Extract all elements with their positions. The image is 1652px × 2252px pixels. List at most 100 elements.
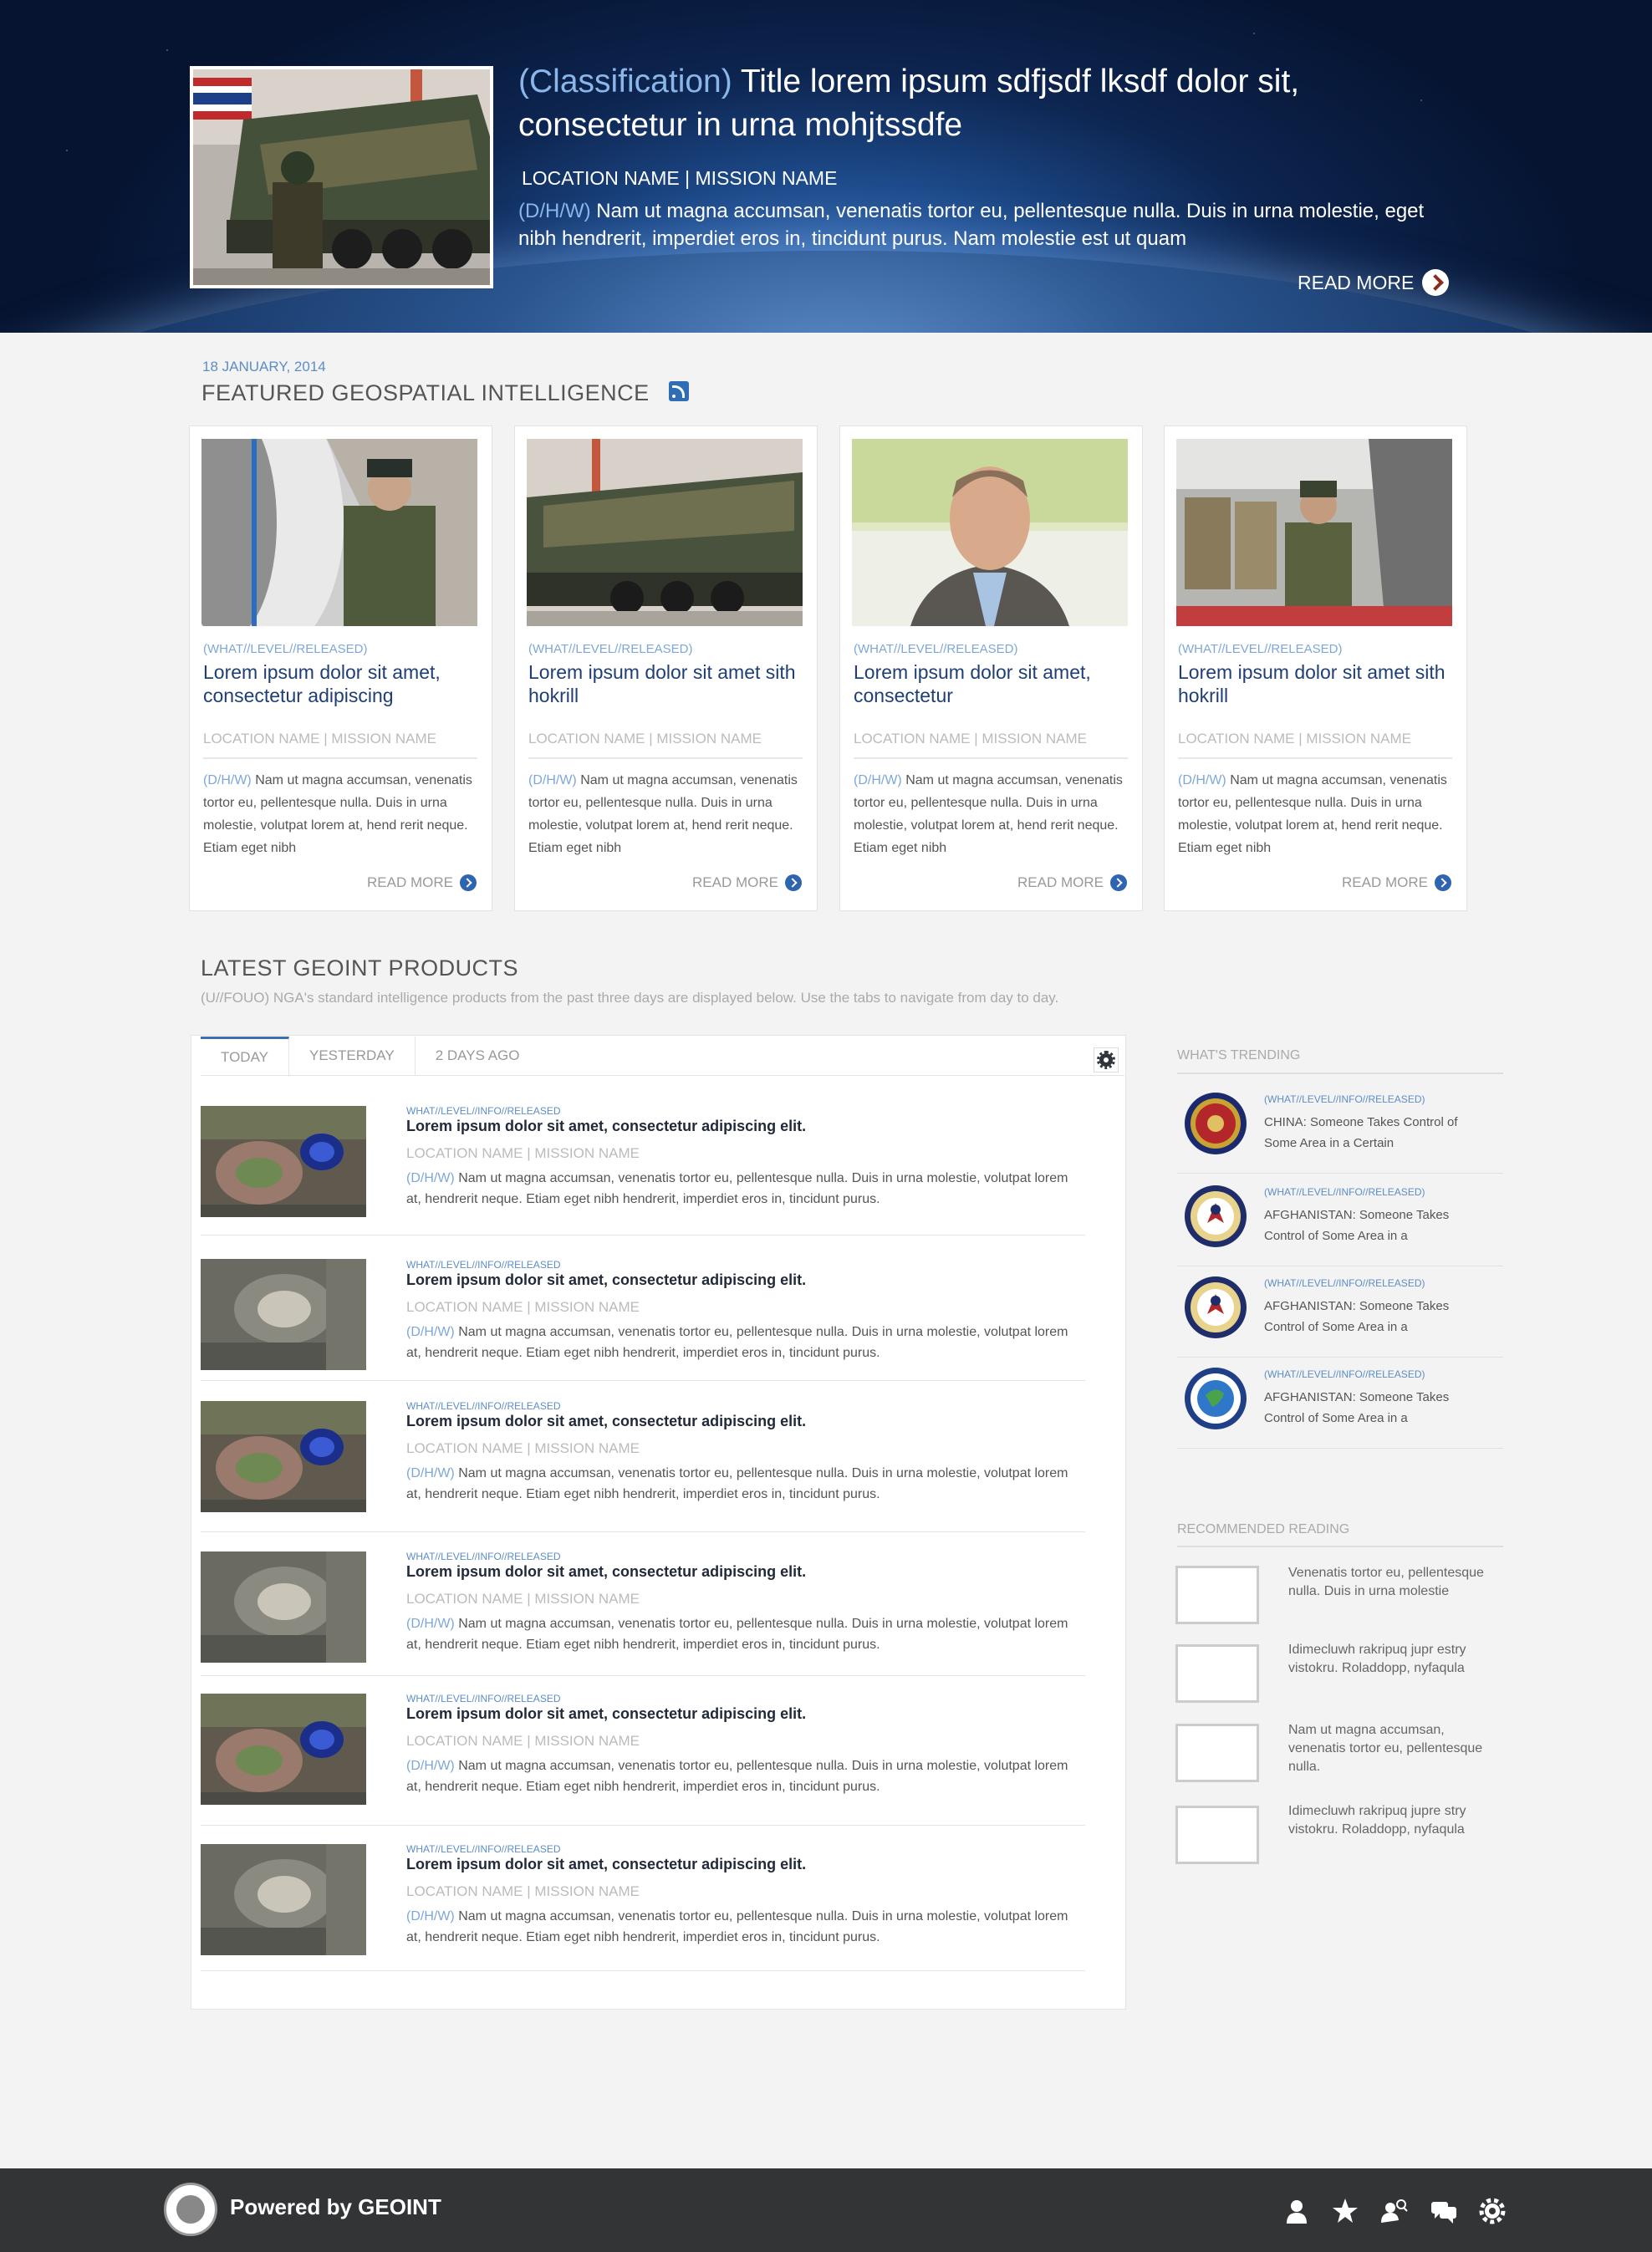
cia-seal-icon [1185,1185,1247,1247]
reading-item[interactable]: Idimecluwh rakripuq jupr estry vistokru.… [1288,1641,1489,1678]
globe-seal-icon [1185,1368,1247,1429]
settings-button[interactable] [1094,1047,1119,1073]
product-thumbnail[interactable] [201,1844,366,1955]
product-dhw: (D/H/W) [406,1909,455,1923]
user-search-icon[interactable] [1379,2197,1408,2225]
star-icon[interactable] [1331,2197,1359,2225]
product-thumbnail[interactable] [201,1551,366,1663]
featured-card[interactable]: (WHAT//LEVEL//RELEASED) Lorem ipsum dolo… [1164,425,1467,911]
product-row[interactable]: WHAT//LEVEL//INFO//RELEASED Lorem ipsum … [201,1105,1085,1239]
featured-card-read-more[interactable]: READ MORE [1342,874,1451,891]
featured-card[interactable]: (WHAT//LEVEL//RELEASED) Lorem ipsum dolo… [189,425,492,911]
rss-icon[interactable] [669,381,689,401]
arrow-right-icon [1422,269,1450,296]
trending-text[interactable]: CHINA: Someone Takes Control of Some Are… [1264,1112,1490,1154]
product-thumbnail[interactable] [201,1106,366,1217]
trending-text[interactable]: AFGHANISTAN: Someone Takes Control of So… [1264,1387,1490,1429]
read-more-label: READ MORE [1017,874,1104,890]
divider [854,757,1128,759]
tab-yesterday[interactable]: YESTERDAY [289,1037,416,1075]
product-row[interactable]: WHAT//LEVEL//INFO//RELEASED Lorem ipsum … [201,1551,1085,1684]
product-thumbnail[interactable] [201,1694,366,1805]
trending-text[interactable]: AFGHANISTAN: Someone Takes Control of So… [1264,1205,1490,1246]
product-row[interactable]: WHAT//LEVEL//INFO//RELEASED Lorem ipsum … [201,1843,1085,1977]
reading-item[interactable]: Nam ut magna accumsan, venenatis tortor … [1288,1721,1489,1776]
trending-item[interactable]: (WHAT//LEVEL//INFO//RELEASED) AFGHANISTA… [1177,1176,1503,1266]
recommended-reading-title: RECOMMENDED READING [1177,1522,1350,1536]
reading-thumbnail[interactable] [1175,1644,1259,1703]
featured-card-tag: (WHAT//LEVEL//RELEASED) [203,642,368,656]
featured-card-description: (D/H/W) Nam ut magna accumsan, venenatis… [854,769,1129,859]
featured-card-location: LOCATION NAME | MISSION NAME [854,731,1087,746]
divider [201,1825,1085,1826]
satellite-stadium-image [201,1694,366,1805]
product-title[interactable]: Lorem ipsum dolor sit amet, consectetur … [406,1856,806,1873]
hero-image[interactable] [190,66,493,288]
product-title[interactable]: Lorem ipsum dolor sit amet, consectetur … [406,1118,806,1135]
read-more-label: READ MORE [692,874,778,890]
featured-card-title[interactable]: Lorem ipsum dolor sit amet sith hokrill [528,660,804,707]
chat-icon[interactable] [1430,2197,1458,2225]
featured-card-image[interactable] [201,439,477,626]
day-tabs: TODAY YESTERDAY 2 DAYS AGO [201,1037,540,1075]
featured-card-description: (D/H/W) Nam ut magna accumsan, venenatis… [528,769,804,859]
divider [201,1380,1085,1381]
featured-card-image[interactable] [852,439,1128,626]
product-row[interactable]: WHAT//LEVEL//INFO//RELEASED Lorem ipsum … [201,1400,1085,1534]
product-location: LOCATION NAME | MISSION NAME [406,1883,640,1899]
product-location: LOCATION NAME | MISSION NAME [406,1591,640,1607]
hero-title[interactable]: (Classification) Title lorem ipsum sdfjs… [518,60,1455,147]
product-title[interactable]: Lorem ipsum dolor sit amet, consectetur … [406,1413,806,1430]
divider [528,757,803,759]
product-title[interactable]: Lorem ipsum dolor sit amet, consectetur … [406,1563,806,1581]
trending-text[interactable]: AFGHANISTAN: Someone Takes Control of So… [1264,1296,1490,1337]
featured-card-title[interactable]: Lorem ipsum dolor sit amet sith hokrill [1178,660,1454,707]
geoint-logo-icon[interactable] [164,2183,217,2236]
arrow-right-icon [1435,874,1451,891]
product-thumbnail[interactable] [201,1401,366,1512]
product-row[interactable]: WHAT//LEVEL//INFO//RELEASED Lorem ipsum … [201,1693,1085,1827]
gear-icon[interactable] [1478,2197,1507,2225]
user-icon[interactable] [1282,2197,1311,2225]
featured-section-title: FEATURED GEOSPATIAL INTELLIGENCE [201,380,650,405]
arrow-right-icon [1110,874,1127,891]
featured-card-image[interactable] [527,439,803,626]
satellite-stadium-image [201,1401,366,1512]
featured-card-title[interactable]: Lorem ipsum dolor sit amet, consectetur [854,660,1129,707]
product-location: LOCATION NAME | MISSION NAME [406,1440,640,1456]
trending-item[interactable]: (WHAT//LEVEL//INFO//RELEASED) AFGHANISTA… [1177,1358,1503,1449]
featured-card-read-more[interactable]: READ MORE [1017,874,1127,891]
hero-read-more-button[interactable]: READ MORE [1298,269,1450,296]
product-description: (D/H/W) Nam ut magna accumsan, venenatis… [406,1906,1075,1948]
reading-thumbnail[interactable] [1175,1566,1259,1624]
reading-item[interactable]: Venenatis tortor eu, pellentesque nulla.… [1288,1564,1489,1601]
product-description-text: Nam ut magna accumsan, venenatis tortor … [406,1171,1068,1206]
featured-card-location: LOCATION NAME | MISSION NAME [203,731,436,746]
powered-by-text: Powered by GEOINT [230,2194,441,2219]
trending-tag: (WHAT//LEVEL//INFO//RELEASED) [1264,1277,1425,1289]
trending-item[interactable]: (WHAT//LEVEL//INFO//RELEASED) CHINA: Som… [1177,1083,1503,1174]
featured-card-tag: (WHAT//LEVEL//RELEASED) [528,642,693,656]
satellite-stadium-image [201,1551,366,1663]
product-title[interactable]: Lorem ipsum dolor sit amet, consectetur … [406,1271,806,1289]
featured-card-read-more[interactable]: READ MORE [367,874,477,891]
featured-card-title[interactable]: Lorem ipsum dolor sit amet, consectetur … [203,660,479,707]
product-dhw: (D/H/W) [406,1466,455,1480]
product-thumbnail[interactable] [201,1259,366,1370]
tab-2-days-ago[interactable]: 2 DAYS AGO [416,1037,540,1075]
reading-item[interactable]: Idimecluwh rakripuq jupre stry vistokru.… [1288,1802,1489,1839]
product-description-text: Nam ut magna accumsan, venenatis tortor … [406,1466,1068,1501]
trending-item[interactable]: (WHAT//LEVEL//INFO//RELEASED) AFGHANISTA… [1177,1267,1503,1358]
reading-thumbnail[interactable] [1175,1724,1259,1782]
product-title[interactable]: Lorem ipsum dolor sit amet, consectetur … [406,1705,806,1723]
divider [1177,1546,1503,1547]
featured-card-read-more[interactable]: READ MORE [692,874,802,891]
featured-card[interactable]: (WHAT//LEVEL//RELEASED) Lorem ipsum dolo… [839,425,1143,911]
product-description: (D/H/W) Nam ut magna accumsan, venenatis… [406,1463,1075,1505]
tab-today[interactable]: TODAY [201,1037,289,1075]
reading-thumbnail[interactable] [1175,1806,1259,1864]
product-row[interactable]: WHAT//LEVEL//INFO//RELEASED Lorem ipsum … [201,1259,1085,1393]
product-location: LOCATION NAME | MISSION NAME [406,1733,640,1749]
featured-card-image[interactable] [1176,439,1452,626]
featured-card[interactable]: (WHAT//LEVEL//RELEASED) Lorem ipsum dolo… [514,425,818,911]
